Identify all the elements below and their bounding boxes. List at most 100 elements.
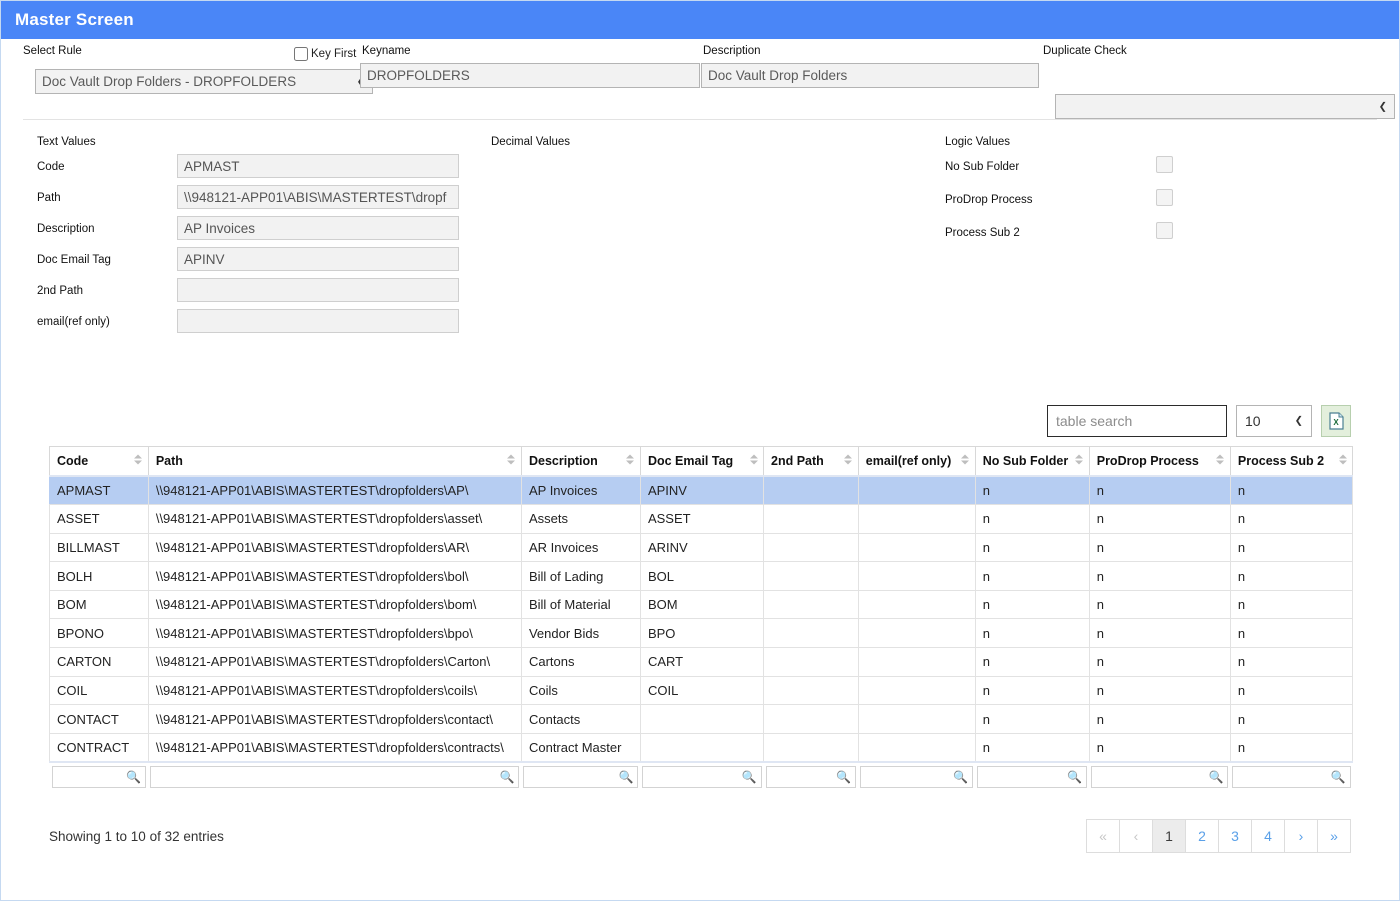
prodrop-process-checkbox[interactable] (1156, 189, 1173, 206)
table-cell: n (974, 589, 1090, 620)
pagination-page-4[interactable]: 4 (1251, 819, 1285, 853)
table-cell: n (1088, 732, 1231, 763)
table-cell: n (974, 618, 1090, 649)
table-cell: BOL (639, 561, 765, 591)
no-sub-folder-checkbox[interactable] (1156, 156, 1173, 173)
table-cell (857, 732, 976, 763)
duplicate-check-select[interactable] (1055, 94, 1395, 119)
table-row[interactable]: CONTRACT \\948121-APP01\ABIS\MASTERTEST\d… (49, 732, 1354, 763)
pagination-last[interactable]: » (1317, 819, 1351, 853)
column-header-path[interactable]: Path (147, 446, 522, 477)
column-header-process-sub-2[interactable]: Process Sub 2 (1229, 446, 1354, 477)
excel-export-button[interactable]: X (1321, 405, 1351, 437)
field-label-description: Description (37, 223, 95, 235)
column-header-no-sub-folder[interactable]: No Sub Folder (974, 446, 1090, 477)
field-label-doc-email-tag: Doc Email Tag (37, 254, 111, 266)
column-search-input-0[interactable] (51, 765, 147, 788)
pagination-next[interactable]: › (1284, 819, 1318, 853)
excel-export-icon: X (1328, 412, 1344, 430)
detail-panel: Text Values Decimal Values Logic Values … (1, 120, 1399, 360)
key-first-group[interactable]: Key First (294, 47, 356, 61)
second-path-input[interactable] (177, 278, 459, 302)
table-cell: \\948121-APP01\ABIS\MASTERTEST\dropfolde… (147, 589, 522, 620)
table-search-input[interactable] (1047, 405, 1227, 437)
column-search-input-2[interactable] (523, 765, 639, 788)
svg-text:X: X (1333, 418, 1339, 427)
select-rule-dropdown[interactable]: Doc Vault Drop Folders - DROPFOLDERS ❮ (35, 69, 373, 94)
table-row[interactable]: ASSET \\948121-APP01\ABIS\MASTERTEST\drop… (49, 504, 1354, 534)
table-cell: BILLMAST (49, 532, 149, 563)
description-input[interactable] (701, 63, 1039, 88)
table-row[interactable]: BPONO \\948121-APP01\ABIS\MASTERTEST\drop… (49, 618, 1354, 649)
doc-email-tag-input[interactable] (177, 247, 459, 271)
table-cell (857, 704, 976, 734)
column-search-input-1[interactable] (150, 765, 520, 788)
table-row[interactable]: COIL \\948121-APP01\ABIS\MASTERTEST\dropf… (49, 675, 1354, 706)
column-label: email(ref only) (865, 454, 952, 468)
table-cell: Assets (520, 504, 641, 534)
table-row[interactable]: BOM \\948121-APP01\ABIS\MASTERTEST\dropfo… (49, 589, 1354, 620)
table-header: Code Path Description Doc Email Tag 2nd … (49, 446, 1354, 477)
column-header-doc-email-tag[interactable]: Doc Email Tag (639, 446, 765, 477)
column-label: Description (528, 454, 598, 468)
keyname-field-wrap (360, 63, 700, 88)
column-header-email-ref-only[interactable]: email(ref only) (857, 446, 976, 477)
pagination-page-2[interactable]: 2 (1185, 819, 1219, 853)
logic-values-title: Logic Values (945, 136, 1010, 148)
page-length-select[interactable]: 10 (1236, 405, 1312, 437)
select-rule-label: Select Rule (23, 45, 82, 57)
column-search-input-7[interactable] (1091, 765, 1229, 788)
column-header-prodrop-process[interactable]: ProDrop Process (1088, 446, 1231, 477)
table-cell: ASSET (639, 504, 765, 534)
table-cell (857, 561, 976, 591)
email-ref-only-input[interactable] (177, 309, 459, 333)
page-length-dropdown[interactable]: 10 ❮ (1236, 405, 1312, 437)
table-row[interactable]: BOLH \\948121-APP01\ABIS\MASTERTEST\dropf… (49, 561, 1354, 591)
pagination-page-1[interactable]: 1 (1152, 819, 1186, 853)
code-input[interactable] (177, 154, 459, 178)
column-search-input-6[interactable] (977, 765, 1088, 788)
sort-icon (961, 454, 970, 468)
table-column-search-row: 🔍 🔍 🔍 🔍 🔍 🔍 🔍 🔍 🔍 (49, 760, 1353, 791)
column-search-wrap: 🔍 (150, 765, 520, 788)
key-first-checkbox[interactable] (294, 47, 308, 61)
column-search-wrap: 🔍 (860, 765, 974, 788)
process-sub-2-checkbox[interactable] (1156, 222, 1173, 239)
table-cell (763, 704, 859, 734)
table-cell: n (974, 532, 1090, 563)
table-cell: BOLH (49, 561, 149, 591)
table-row[interactable]: CONTACT \\948121-APP01\ABIS\MASTERTEST\dr… (49, 704, 1354, 734)
column-search-input-8[interactable] (1232, 765, 1351, 788)
table-cell: n (1229, 561, 1354, 591)
table-cell: n (1088, 589, 1231, 620)
table-cell: \\948121-APP01\ABIS\MASTERTEST\dropfolde… (147, 475, 522, 506)
table-cell (857, 504, 976, 534)
pagination-page-3[interactable]: 3 (1218, 819, 1252, 853)
sort-icon (1216, 454, 1225, 468)
table-cell: APINV (639, 475, 765, 506)
column-search-wrap: 🔍 (977, 765, 1088, 788)
table-row[interactable]: CARTON \\948121-APP01\ABIS\MASTERTEST\dro… (49, 647, 1354, 677)
table-row[interactable]: APMAST \\948121-APP01\ABIS\MASTERTEST\dro… (49, 475, 1354, 506)
select-rule-select[interactable]: Doc Vault Drop Folders - DROPFOLDERS (35, 69, 373, 94)
table-cell: APMAST (49, 475, 149, 506)
keyname-input[interactable] (360, 63, 700, 88)
table-cell: n (974, 475, 1090, 506)
table-row[interactable]: BILLMAST \\948121-APP01\ABIS\MASTERTEST\d… (49, 532, 1354, 563)
column-search-input-5[interactable] (860, 765, 974, 788)
column-search-input-4[interactable] (765, 765, 857, 788)
column-search-row: 🔍 🔍 🔍 🔍 🔍 🔍 🔍 🔍 🔍 (49, 760, 1353, 791)
column-header-2nd-path[interactable]: 2nd Path (763, 446, 859, 477)
table-cell: n (1088, 675, 1231, 706)
path-input[interactable] (177, 185, 459, 209)
detail-description-input[interactable] (177, 216, 459, 240)
table-cell (857, 532, 976, 563)
table-cell: n (1229, 532, 1354, 563)
table-cell (763, 589, 859, 620)
duplicate-check-dropdown[interactable]: ❮ (1055, 94, 1395, 119)
table-cell: n (1229, 618, 1354, 649)
column-header-code[interactable]: Code (49, 446, 149, 477)
app-window: Master Screen Select Rule Doc Vault Drop… (0, 0, 1400, 901)
column-search-input-3[interactable] (642, 765, 762, 788)
column-header-description[interactable]: Description (520, 446, 641, 477)
